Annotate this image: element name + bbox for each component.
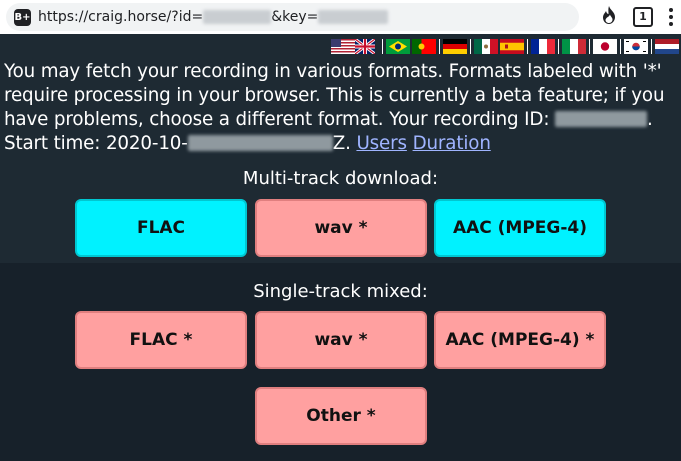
single-flac-button[interactable]: FLAC * bbox=[75, 311, 247, 369]
redacted-key bbox=[318, 10, 389, 24]
flag-korea-icon[interactable] bbox=[624, 39, 648, 54]
flag-germany-icon[interactable] bbox=[443, 39, 467, 54]
flag-spain-icon[interactable] bbox=[500, 39, 524, 54]
flag-netherlands-icon[interactable] bbox=[655, 39, 679, 54]
flag-us-icon[interactable] bbox=[331, 39, 355, 54]
site-info-icon[interactable]: B+ bbox=[14, 8, 31, 26]
users-link[interactable]: Users bbox=[356, 133, 407, 154]
multi-wav-button[interactable]: wav * bbox=[255, 199, 427, 257]
url-text: https://craig.horse/?id= &key= bbox=[38, 9, 389, 25]
flag-brazil-icon[interactable] bbox=[386, 39, 410, 54]
url-prefix: https://craig.horse/?id= bbox=[38, 9, 204, 25]
intro-paragraph: You may fetch your recording in various … bbox=[4, 60, 680, 156]
menu-dots-icon[interactable] bbox=[669, 8, 673, 26]
flag-france-icon[interactable] bbox=[531, 39, 555, 54]
redacted-start-time bbox=[187, 135, 333, 151]
flag-mexico-icon[interactable] bbox=[474, 39, 498, 54]
address-bar[interactable]: B+ https://craig.horse/?id= &key= bbox=[6, 3, 579, 31]
single-wav-button[interactable]: wav * bbox=[255, 311, 427, 369]
multi-flac-button[interactable]: FLAC bbox=[75, 199, 247, 257]
language-selector bbox=[329, 39, 679, 54]
browser-toolbar: B+ https://craig.horse/?id= &key= 1 bbox=[0, 0, 681, 34]
redacted-recording-id bbox=[555, 111, 648, 127]
multi-aac-button[interactable]: AAC (MPEG-4) bbox=[434, 199, 606, 257]
single-track-title: Single-track mixed: bbox=[253, 281, 428, 302]
flag-japan-icon[interactable] bbox=[593, 39, 617, 54]
flag-uk-icon[interactable] bbox=[355, 39, 379, 54]
flag-italy-icon[interactable] bbox=[562, 39, 586, 54]
single-aac-button[interactable]: AAC (MPEG-4) * bbox=[434, 311, 606, 369]
tab-switcher-icon[interactable]: 1 bbox=[633, 7, 653, 27]
multi-track-title: Multi-track download: bbox=[242, 168, 439, 189]
url-middle: &key= bbox=[271, 9, 319, 25]
intro-suffix: Z. bbox=[332, 133, 357, 154]
single-other-button[interactable]: Other * bbox=[255, 387, 427, 445]
redacted-id bbox=[203, 10, 272, 24]
duration-link[interactable]: Duration bbox=[413, 133, 491, 154]
flag-portugal-icon[interactable] bbox=[412, 39, 436, 54]
fire-icon[interactable] bbox=[601, 6, 617, 28]
